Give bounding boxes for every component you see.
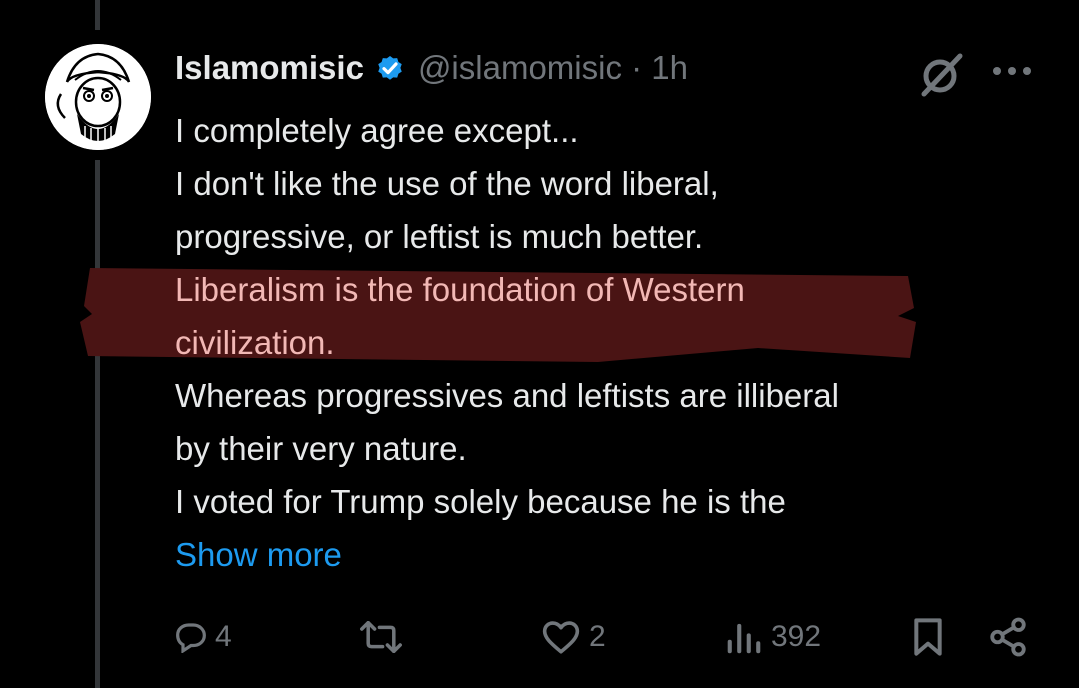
display-name[interactable]: Islamomisic [175,49,364,87]
tweet-line: progressive, or leftist is much better. [175,218,704,255]
views-icon [727,623,761,654]
like-button[interactable]: 2 [541,612,606,662]
tweet-line: by their very nature. [175,430,467,467]
share-button[interactable] [987,612,1029,662]
repost-icon [360,621,402,653]
tweet-line-highlighted: Liberalism is the foundation of Western [175,271,745,308]
verified-badge-icon [374,52,406,84]
views-button[interactable]: 392 [725,612,821,662]
share-icon [990,617,1026,657]
tweet-line-highlighted: civilization. [175,324,335,361]
thread-line [95,160,100,688]
like-count: 2 [589,620,606,653]
reply-button[interactable]: 4 [175,612,232,662]
more-icon[interactable] [990,60,1034,82]
tweet-line: I voted for Trump solely because he is t… [175,483,786,520]
bookmark-button[interactable] [913,612,943,662]
repost-button[interactable] [357,612,413,662]
avatar[interactable] [45,44,151,150]
views-count: 392 [771,620,822,653]
tweet-body: I completely agree except... I don't lik… [175,104,1055,581]
tweet-header: Islamomisic @islamomisic · 1h [175,46,688,90]
tweet-line: I completely agree except... [175,112,579,149]
tweet-line: I don't like the use of the word liberal… [175,165,719,202]
tweet-line: Whereas progressives and leftists are il… [175,377,839,414]
like-icon [542,621,580,654]
thread-line-top [95,0,100,30]
show-more-link[interactable]: Show more [175,528,1055,581]
reply-count: 4 [215,620,232,653]
grok-icon[interactable] [918,50,966,98]
reply-icon [176,623,206,653]
handle-timestamp[interactable]: @islamomisic · 1h [418,49,688,87]
action-bar: 4 2 392 [175,612,1035,662]
bookmark-icon [914,618,942,656]
